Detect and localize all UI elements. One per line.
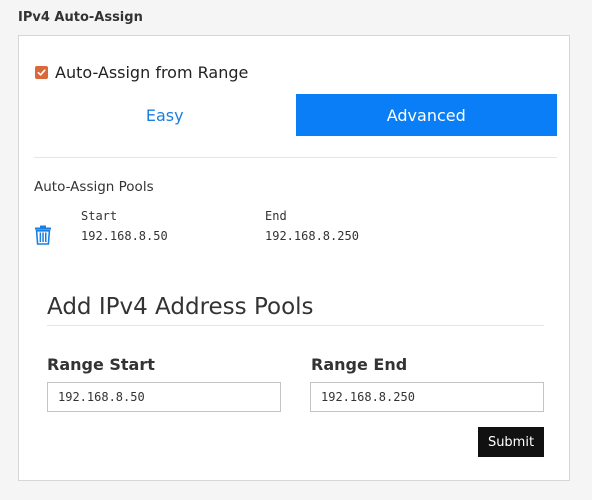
auto-assign-card: Auto-Assign from Range Easy Advanced Aut… [18, 35, 570, 481]
pool-end-column: End 192.168.8.250 [265, 208, 359, 244]
auto-assign-pools-title: Auto-Assign Pools [34, 179, 154, 195]
section-title: IPv4 Auto-Assign [18, 10, 143, 25]
auto-assign-label: Auto-Assign from Range [55, 63, 249, 82]
submit-button[interactable]: Submit [478, 427, 544, 457]
pool-start-value: 192.168.8.50 [81, 229, 168, 243]
pool-start-column: Start 192.168.8.50 [81, 208, 168, 244]
pool-row: Start 192.168.8.50 End 192.168.8.250 [34, 208, 557, 248]
auto-assign-checkbox[interactable] [35, 66, 48, 79]
tab-easy[interactable]: Easy [34, 94, 296, 136]
checkmark-icon [37, 69, 46, 76]
pool-end-label: End [265, 209, 287, 223]
divider [34, 157, 557, 158]
add-pools-heading: Add IPv4 Address Pools [47, 294, 314, 320]
mode-tabs: Easy Advanced [34, 94, 557, 136]
trash-icon[interactable] [34, 225, 52, 245]
pool-end-value: 192.168.8.250 [265, 229, 359, 243]
range-end-input[interactable] [310, 382, 544, 412]
auto-assign-checkbox-row[interactable]: Auto-Assign from Range [35, 63, 248, 82]
pool-start-label: Start [81, 209, 118, 223]
add-pools-underline [47, 325, 544, 326]
range-end-label: Range End [311, 355, 408, 374]
range-start-input[interactable] [47, 382, 281, 412]
tab-advanced[interactable]: Advanced [295, 94, 557, 136]
range-start-label: Range Start [47, 355, 155, 374]
